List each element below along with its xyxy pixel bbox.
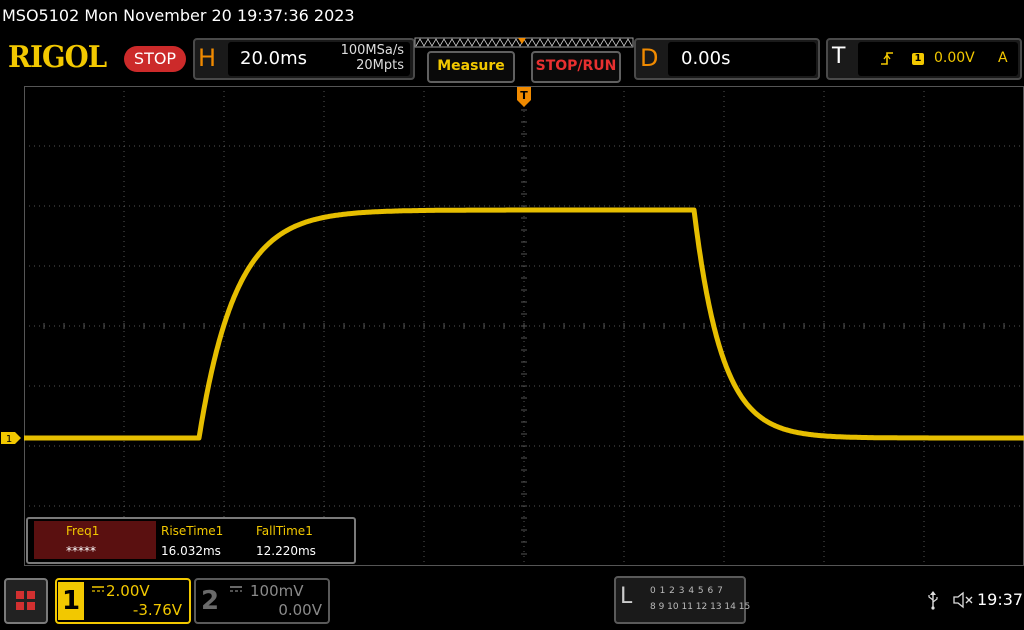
waveform-display[interactable] [24, 86, 1024, 566]
usb-icon [928, 591, 938, 610]
ch1-marker-label: 1 [6, 434, 12, 445]
ch1-offset-marker[interactable]: 1 [0, 431, 22, 445]
measurement-name: Freq1 [66, 524, 100, 538]
ch1-number: 1 [58, 582, 84, 620]
dc-coupling-icon [230, 586, 242, 592]
digital-channels-row-2: 8 9 10 11 12 13 14 15 [650, 602, 751, 612]
logic-analyzer-label: L [620, 584, 633, 609]
timebase-value: 20.0ms [240, 48, 307, 69]
memory-depth: 20Mpts [356, 58, 404, 73]
rising-edge-icon [881, 52, 893, 65]
horizontal-label: H [198, 44, 217, 72]
delay-label: D [640, 44, 659, 72]
dc-coupling-icon [92, 586, 104, 592]
digital-channels-row-1: 0 1 2 3 4 5 6 7 [650, 586, 723, 596]
mute-icon[interactable] [952, 591, 974, 609]
measurement-value: 16.032ms [161, 544, 221, 558]
sample-rate-info: 100MSa/s 20Mpts [318, 43, 404, 73]
trigger-position-marker[interactable]: T [516, 86, 532, 108]
run-state-badge[interactable]: STOP [124, 46, 186, 72]
measure-button[interactable]: Measure [427, 51, 515, 83]
main-menu-button[interactable] [4, 578, 48, 624]
sample-rate: 100MSa/s [340, 43, 404, 58]
clock: 19:37 [977, 590, 1024, 609]
trigger-mode: A [998, 50, 1008, 66]
trigger-level: 0.00V [934, 50, 975, 66]
logic-analyzer-panel[interactable] [614, 576, 746, 624]
title-bar: MSO5102 Mon November 20 19:37:36 2023 [0, 0, 1024, 32]
ch1-scale: 2.00V [106, 582, 150, 600]
device-title: MSO5102 Mon November 20 19:37:36 2023 [2, 6, 355, 25]
ch2-offset: 0.00V [278, 601, 322, 619]
trigger-marker-label: T [520, 89, 528, 102]
trigger-label: T [832, 44, 846, 69]
measurement-name: FallTime1 [256, 524, 313, 538]
ch2-number: 2 [200, 586, 220, 616]
stop-run-button[interactable]: STOP/RUN [531, 51, 621, 83]
trigger-position-bar [414, 37, 634, 48]
rigol-logo: RIGOL [8, 40, 107, 75]
trigger-source-badge: 1 [912, 53, 924, 65]
measurement-value: ***** [66, 544, 96, 558]
ch2-scale: 100mV [250, 582, 304, 600]
measurement-name: RiseTime1 [161, 524, 224, 538]
ch1-offset: -3.76V [132, 601, 182, 619]
measurement-value: 12.220ms [256, 544, 316, 558]
delay-value: 0.00s [681, 48, 731, 69]
menu-grid-icon [16, 591, 35, 610]
